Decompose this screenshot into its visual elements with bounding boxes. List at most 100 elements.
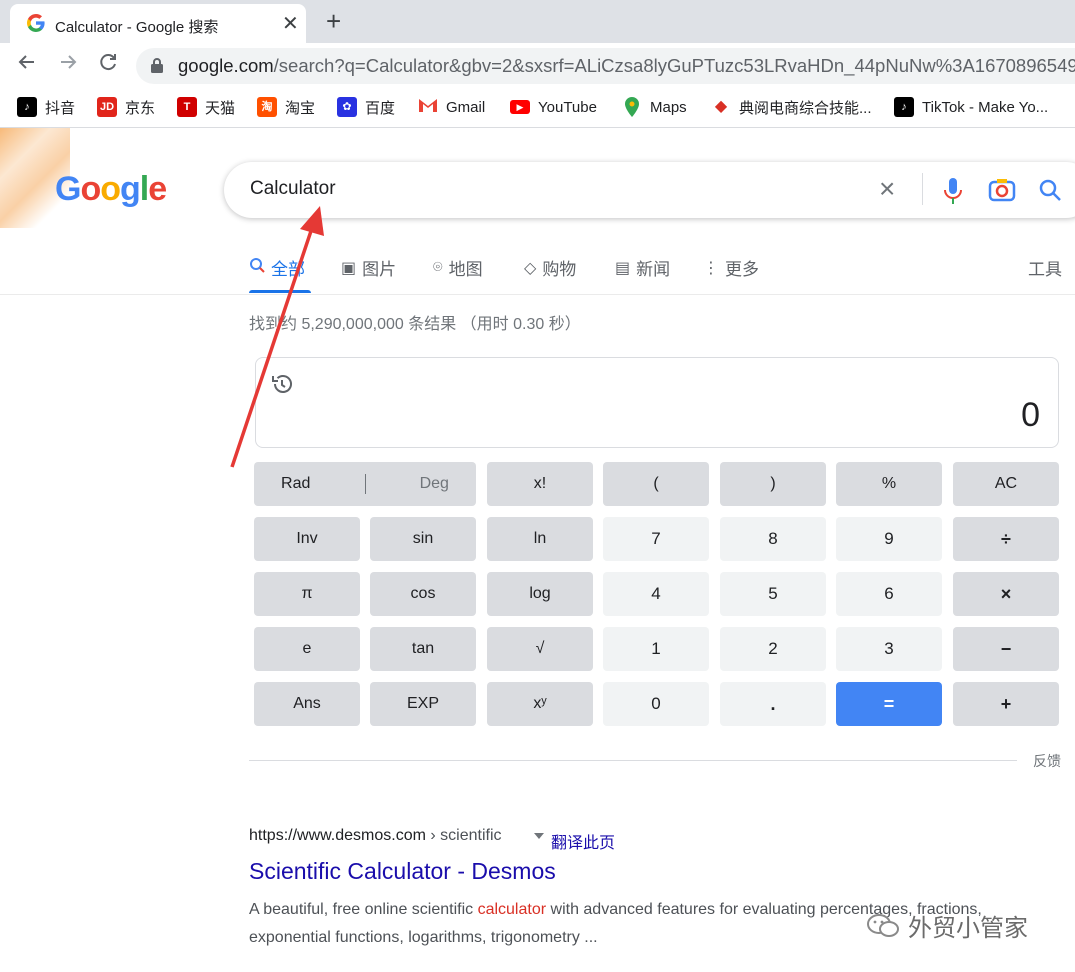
- decimal-point-button[interactable]: .: [720, 682, 826, 726]
- bookmarks-bar: ♪ 抖音 JD 京东 T 天猫 淘淘宝 ✿ 百度 Gmail ▶ YouTube Maps…: [0, 88, 1075, 128]
- news-icon: ▤: [615, 259, 631, 277]
- caret-down-icon[interactable]: [534, 833, 544, 839]
- percent-button[interactable]: %: [836, 462, 942, 506]
- snippet-highlight: calculator: [477, 901, 547, 918]
- power-button[interactable]: xʸ: [487, 682, 593, 726]
- tag-icon: ◇: [524, 259, 537, 277]
- feedback-link[interactable]: 反馈: [1033, 751, 1061, 771]
- digit-8-button[interactable]: 8: [720, 517, 826, 561]
- bookmark-gmail[interactable]: Gmail: [418, 96, 485, 118]
- inverse-button[interactable]: Inv: [254, 517, 360, 561]
- exp-button[interactable]: EXP: [370, 682, 476, 726]
- cos-button[interactable]: cos: [370, 572, 476, 616]
- reload-icon[interactable]: [97, 51, 119, 80]
- pi-button[interactable]: π: [254, 572, 360, 616]
- bookmark-baidu[interactable]: ✿ 百度: [337, 96, 395, 118]
- digit-6-button[interactable]: 6: [836, 572, 942, 616]
- digit-9-button[interactable]: 9: [836, 517, 942, 561]
- factorial-button[interactable]: x!: [487, 462, 593, 506]
- bookmark-label: 淘宝: [285, 99, 316, 117]
- log-button[interactable]: log: [487, 572, 593, 616]
- digit-5-button[interactable]: 5: [720, 572, 826, 616]
- digit-2-button[interactable]: 2: [720, 627, 826, 671]
- back-arrow-icon[interactable]: [16, 51, 38, 80]
- new-tab-button[interactable]: +: [326, 6, 341, 36]
- forward-arrow-icon[interactable]: [57, 51, 79, 80]
- google-doodle-logo[interactable]: Google: [55, 170, 167, 209]
- tan-button[interactable]: tan: [370, 627, 476, 671]
- answer-button[interactable]: Ans: [254, 682, 360, 726]
- tab-images[interactable]: ▣ 图片: [341, 255, 396, 280]
- tab-title: Calculator - Google 搜索: [55, 19, 219, 36]
- bookmark-dianyue[interactable]: ◆ 典阅电商综合技能...: [711, 96, 872, 118]
- tab-news[interactable]: ▤ 新闻: [615, 255, 670, 280]
- tab-label: 更多: [725, 260, 759, 279]
- open-paren-button[interactable]: (: [603, 462, 709, 506]
- all-clear-button[interactable]: AC: [953, 462, 1059, 506]
- equals-button[interactable]: =: [836, 682, 942, 726]
- result-title-link[interactable]: Scientific Calculator - Desmos: [249, 858, 556, 885]
- map-pin-icon: ⌾: [433, 258, 443, 276]
- tiktok-icon: ♪: [894, 97, 914, 117]
- youtube-icon: ▶: [510, 100, 530, 114]
- digit-3-button[interactable]: 3: [836, 627, 942, 671]
- search-divider: [922, 173, 923, 205]
- bookmark-label: 典阅电商综合技能...: [739, 99, 872, 117]
- close-paren-button[interactable]: ): [720, 462, 826, 506]
- google-favicon-icon: [27, 14, 45, 32]
- digit-4-button[interactable]: 4: [603, 572, 709, 616]
- clear-search-icon[interactable]: ×: [879, 174, 895, 204]
- tools-button[interactable]: 工具: [1028, 255, 1062, 280]
- digit-7-button[interactable]: 7: [603, 517, 709, 561]
- bookmark-label: 天猫: [205, 99, 236, 117]
- wechat-watermark: 外贸小管家: [866, 908, 1028, 943]
- add-button[interactable]: +: [953, 682, 1059, 726]
- search-input[interactable]: Calculator: [250, 178, 336, 200]
- bookmark-youtube[interactable]: ▶ YouTube: [510, 96, 597, 118]
- bookmark-tmall[interactable]: T 天猫: [177, 96, 235, 118]
- sqrt-button[interactable]: √: [487, 627, 593, 671]
- rad-deg-toggle[interactable]: Rad Deg: [254, 462, 476, 506]
- bookmark-jd[interactable]: JD 京东: [97, 96, 155, 118]
- digit-1-button[interactable]: 1: [603, 627, 709, 671]
- baidu-icon: ✿: [337, 97, 357, 117]
- url-text[interactable]: google.com/search?q=Calculator&gbv=2&sxs…: [178, 55, 1075, 77]
- calculator-result: 0: [1021, 396, 1040, 434]
- history-icon[interactable]: [270, 372, 294, 396]
- multiply-button[interactable]: ×: [953, 572, 1059, 616]
- browser-tab[interactable]: Calculator - Google 搜索 ✕: [10, 4, 306, 43]
- digit-0-button[interactable]: 0: [603, 682, 709, 726]
- ln-button[interactable]: ln: [487, 517, 593, 561]
- microphone-icon[interactable]: [941, 177, 965, 210]
- euler-e-button[interactable]: e: [254, 627, 360, 671]
- search-icon[interactable]: [1038, 178, 1062, 207]
- tab-maps[interactable]: ⌾ 地图: [433, 255, 483, 280]
- rad-button[interactable]: Rad: [281, 475, 310, 493]
- tab-label: 地图: [448, 260, 483, 279]
- camera-lens-icon[interactable]: [988, 178, 1016, 207]
- active-tab-indicator: [249, 290, 311, 293]
- url-host: google.com: [178, 55, 274, 76]
- tab-all[interactable]: 全部: [249, 255, 305, 280]
- lock-icon[interactable]: [150, 57, 164, 73]
- search-box[interactable]: Calculator ×: [224, 162, 1075, 218]
- tabs-divider: [0, 294, 1075, 295]
- bookmark-taobao[interactable]: 淘淘宝: [257, 96, 315, 118]
- deg-button[interactable]: Deg: [420, 475, 449, 493]
- result-cite[interactable]: https://www.desmos.com › scientific: [249, 827, 502, 845]
- sin-button[interactable]: sin: [370, 517, 476, 561]
- address-bar[interactable]: google.com/search?q=Calculator&gbv=2&sxs…: [136, 48, 1075, 84]
- bookmark-label: 百度: [365, 99, 396, 117]
- bookmark-label: TikTok - Make Yo...: [922, 98, 1049, 116]
- tab-shopping[interactable]: ◇ 购物: [524, 255, 576, 280]
- subtract-button[interactable]: −: [953, 627, 1059, 671]
- bookmark-maps[interactable]: Maps: [622, 96, 687, 118]
- translate-page-link[interactable]: 翻译此页: [551, 829, 615, 853]
- rad-deg-separator: [364, 474, 366, 494]
- bookmark-tiktok[interactable]: ♪ TikTok - Make Yo...: [894, 96, 1048, 118]
- maps-icon: [622, 97, 642, 117]
- tab-close-icon[interactable]: ✕: [282, 11, 299, 36]
- bookmark-douyin[interactable]: ♪ 抖音: [17, 96, 75, 118]
- divide-button[interactable]: ÷: [953, 517, 1059, 561]
- tab-more[interactable]: ⋮ 更多: [703, 255, 759, 280]
